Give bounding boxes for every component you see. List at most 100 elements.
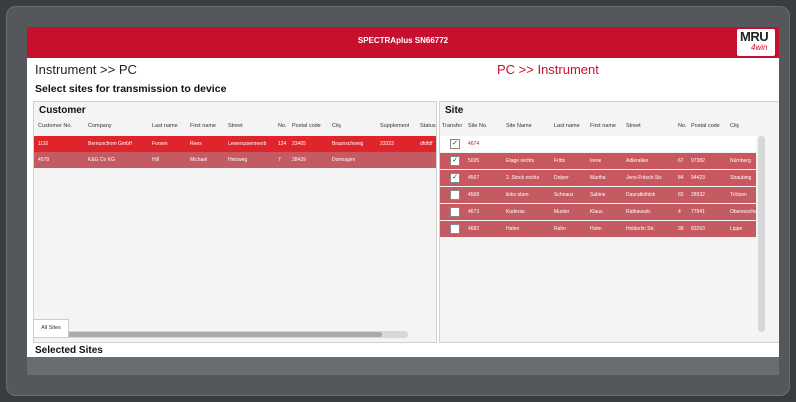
tab-pc-to-instrument[interactable]: PC >> Instrument bbox=[497, 62, 599, 77]
transfer-checkbox[interactable] bbox=[450, 224, 460, 234]
table-row[interactable]: 1110 Bernuncfrom GmbH Forsen Rees Leweru… bbox=[34, 136, 436, 152]
cell: 94423 bbox=[691, 175, 705, 181]
cell: 23323 bbox=[380, 141, 394, 147]
cell: Martha bbox=[590, 175, 606, 181]
cell: Sabine bbox=[590, 192, 606, 198]
col-last-name: Last name bbox=[554, 123, 580, 129]
col-city: City bbox=[332, 123, 342, 129]
table-row[interactable]: ✓ 4674 bbox=[440, 136, 756, 152]
col-customer-no: Customer No. bbox=[38, 123, 72, 129]
cell: K&G Co KG bbox=[88, 157, 115, 163]
site-header: Transfer Site No. Site Name Last name Fi… bbox=[440, 121, 779, 133]
cell: 97382 bbox=[691, 158, 705, 164]
transfer-checkbox[interactable] bbox=[450, 207, 460, 217]
cell: 4673 bbox=[468, 209, 480, 215]
site-panel: Site Transfer Site No. Site Name Last na… bbox=[439, 101, 779, 343]
table-row[interactable]: 4673 Kuderas Muster Klaus Rathausstr. 4 77941 O… bbox=[440, 204, 757, 220]
title-bar: SPECTRAplus SN66772 MRU 4win bbox=[27, 27, 779, 58]
col-no: No. bbox=[278, 123, 287, 129]
cell: 84 bbox=[678, 175, 684, 181]
cell: Oberessche bbox=[730, 209, 757, 215]
cell: 2. Stock rechts bbox=[506, 175, 540, 181]
cell: 28439 bbox=[292, 157, 306, 163]
cell: 4674 bbox=[468, 141, 480, 147]
customer-title: Customer bbox=[39, 105, 86, 116]
col-transfer: Transfer bbox=[442, 123, 463, 129]
cell: Nürnberg bbox=[730, 158, 751, 164]
page-subtitle: Select sites for transmission to device bbox=[35, 83, 227, 95]
cell: 4568 bbox=[468, 192, 480, 198]
cell: Jens-Fritsch-Str. bbox=[626, 175, 663, 181]
cell: Kuderas bbox=[506, 209, 525, 215]
cell: Michael bbox=[190, 157, 208, 163]
cell: Trötzen bbox=[730, 192, 747, 198]
transfer-checkbox[interactable]: ✓ bbox=[450, 156, 460, 166]
cell: Adlerallee bbox=[626, 158, 649, 164]
cell: Rathausstr. bbox=[626, 209, 652, 215]
col-no: No. bbox=[678, 123, 687, 129]
cell: 5035 bbox=[468, 158, 480, 164]
col-supplement: Supplement bbox=[380, 123, 410, 129]
cell: Fritts bbox=[554, 158, 566, 164]
cell: 4578 bbox=[38, 157, 50, 163]
col-status: Status bbox=[420, 123, 436, 129]
col-postal-code: Postal code bbox=[691, 123, 720, 129]
app-window: SPECTRAplus SN66772 MRU 4win Instrument … bbox=[27, 27, 779, 357]
transfer-checkbox[interactable]: ✓ bbox=[450, 139, 460, 149]
cell: 23465 bbox=[292, 141, 306, 147]
cell: Muster bbox=[554, 209, 570, 215]
vertical-scrollbar[interactable] bbox=[758, 136, 765, 332]
cell: Dolper bbox=[554, 175, 569, 181]
bottom-bar bbox=[27, 357, 779, 375]
cell: Holm bbox=[590, 226, 602, 232]
cell: 7 bbox=[278, 157, 281, 163]
cell: Holderlin Str. bbox=[626, 226, 655, 232]
cell: 77941 bbox=[691, 209, 705, 215]
cell: 124 bbox=[278, 141, 287, 147]
col-site-name: Site Name bbox=[506, 123, 532, 129]
table-row[interactable]: 4578 K&G Co KG Hill Michael Heizweg 7 28… bbox=[34, 152, 436, 168]
customer-header: Customer No. Company Last name First nam… bbox=[34, 121, 436, 133]
logo-text: MRU bbox=[740, 29, 769, 44]
col-first-name: First name bbox=[190, 123, 216, 129]
tab-instrument-to-pc[interactable]: Instrument >> PC bbox=[35, 62, 137, 77]
cell: Klaus bbox=[590, 209, 603, 215]
cell: Hafen bbox=[506, 226, 520, 232]
transfer-checkbox[interactable]: ✓ bbox=[450, 173, 460, 183]
table-row[interactable]: 4682 Hafen Rahn Holm Holderlin Str. 98 83263 Li… bbox=[440, 221, 756, 237]
cell: dfdfdf bbox=[420, 141, 433, 147]
col-city: City bbox=[730, 123, 740, 129]
tab-bar: Instrument >> PC PC >> Instrument bbox=[27, 58, 779, 80]
table-row[interactable]: 4568 links oben Schnaus Sabine Dauratköhlsh 6… bbox=[440, 187, 756, 203]
cell: Forsen bbox=[152, 141, 168, 147]
table-row[interactable]: ✓ 5035 Etage rechts Fritts Irene Adlerallee 67… bbox=[440, 153, 756, 169]
cell: 67 bbox=[678, 158, 684, 164]
cell: Heizweg bbox=[228, 157, 248, 163]
cell: 65 bbox=[678, 192, 684, 198]
window-title: SPECTRAplus SN66772 bbox=[357, 36, 449, 45]
col-last-name: Last name bbox=[152, 123, 178, 129]
tab-all-sites[interactable]: All Sites bbox=[33, 319, 69, 338]
cell: Dauratköhlsh bbox=[626, 192, 656, 198]
scrollbar-thumb[interactable] bbox=[52, 332, 382, 337]
mru-logo: MRU 4win bbox=[737, 29, 775, 56]
cell: Rahn bbox=[554, 226, 566, 232]
cell: 83263 bbox=[691, 226, 705, 232]
cell: 1110 bbox=[38, 141, 49, 147]
transfer-checkbox[interactable] bbox=[450, 190, 460, 200]
cell: links oben bbox=[506, 192, 529, 198]
horizontal-scrollbar[interactable] bbox=[48, 331, 408, 338]
cell: Lewerussemeerb bbox=[228, 141, 267, 147]
cell: Braunschweig bbox=[332, 141, 364, 147]
cell: Schnaus bbox=[554, 192, 574, 198]
cell: Etage rechts bbox=[506, 158, 535, 164]
cell: 4682 bbox=[468, 226, 480, 232]
col-postal-code: Postal code bbox=[292, 123, 321, 129]
cell: 4 bbox=[678, 209, 681, 215]
col-street: Street bbox=[228, 123, 243, 129]
cell: Rees bbox=[190, 141, 202, 147]
table-row[interactable]: ✓ 4567 2. Stock rechts Dolper Martha Jens-Fri… bbox=[440, 170, 756, 186]
cell: Bernuncfrom GmbH bbox=[88, 141, 133, 147]
col-street: Street bbox=[626, 123, 641, 129]
cell: 28932 bbox=[691, 192, 705, 198]
